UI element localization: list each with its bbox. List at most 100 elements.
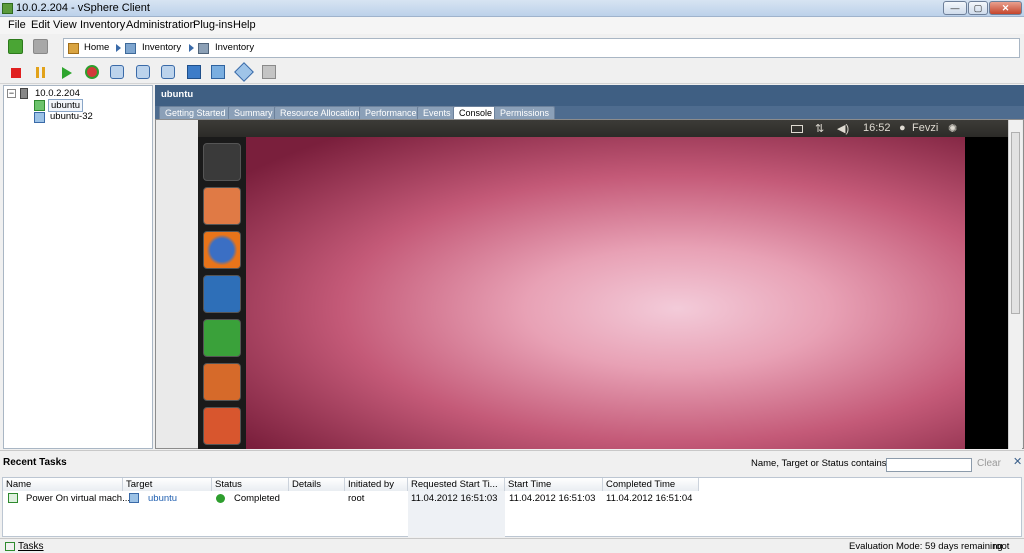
console-icon[interactable] <box>187 65 201 79</box>
menu-inventory[interactable]: Inventory <box>80 19 125 31</box>
firefox-icon[interactable] <box>203 231 241 269</box>
tab-getting-started[interactable]: Getting Started <box>159 106 232 119</box>
task-icon <box>8 493 18 503</box>
column-initiated-by[interactable]: Initiated by <box>345 478 408 491</box>
tab-summary[interactable]: Summary <box>228 106 279 119</box>
migrate-icon[interactable] <box>211 65 225 79</box>
maximize-button[interactable]: ▢ <box>968 1 988 15</box>
reset-icon[interactable] <box>85 65 99 79</box>
session-gear-icon[interactable]: ✺ <box>948 122 957 135</box>
tab-events[interactable]: Events <box>417 106 457 119</box>
clear-button[interactable]: Clear <box>977 458 1001 469</box>
snapshot-icon[interactable] <box>110 65 124 79</box>
network-icon[interactable]: ⇅ <box>815 122 824 135</box>
title-bar: 10.0.2.204 - vSphere Client — ▢ ✕ <box>0 0 1024 17</box>
task-requested-start: 11.04.2012 16:51:03 <box>411 493 498 504</box>
vm-header: ubuntu <box>155 85 1024 106</box>
breadcrumb-inventory[interactable]: Inventory <box>142 42 181 53</box>
breadcrumb-arrow-icon[interactable] <box>189 44 194 52</box>
software-center-icon[interactable] <box>203 407 241 445</box>
minimize-button[interactable]: — <box>943 1 967 15</box>
filter-dropdown[interactable]: Name, Target or Status contains: ▾ <box>751 458 897 469</box>
column-start-time[interactable]: Start Time <box>505 478 603 491</box>
breadcrumb-hosts-clusters[interactable]: Inventory <box>215 42 254 53</box>
collapse-toggle[interactable]: − <box>7 89 16 98</box>
power-on-icon[interactable] <box>62 67 72 79</box>
recent-tasks-title: Recent Tasks <box>3 457 67 468</box>
suspend-icon[interactable] <box>36 67 39 78</box>
home-icon <box>68 43 79 54</box>
tasks-table: Name Target Status Details Initiated by … <box>2 477 1022 537</box>
power-off-icon[interactable] <box>11 68 21 78</box>
vm-icon <box>34 112 45 123</box>
task-start-time: 11.04.2012 16:51:03 <box>509 493 596 504</box>
tree-host[interactable]: 10.0.2.204 <box>35 88 80 99</box>
tab-performance[interactable]: Performance <box>359 106 423 119</box>
menu-plugins[interactable]: Plug-ins <box>193 19 233 31</box>
revert-snapshot-icon[interactable] <box>136 65 150 79</box>
recent-tasks-header: Recent Tasks Name, Target or Status cont… <box>0 450 1024 476</box>
mail-icon[interactable] <box>791 125 803 133</box>
home-folder-icon[interactable] <box>203 187 241 225</box>
close-window-button[interactable]: ✕ <box>989 1 1022 15</box>
desktop-wallpaper[interactable] <box>246 137 965 449</box>
suspend-icon-bar <box>42 67 45 78</box>
tasks-button[interactable]: Tasks <box>18 541 44 552</box>
column-requested-start[interactable]: Requested Start Ti... <box>408 478 505 491</box>
clock[interactable]: 16:52 <box>863 122 891 134</box>
vsphere-app-icon <box>2 3 13 14</box>
task-completed-time: 11.04.2012 16:51:04 <box>606 493 693 504</box>
tab-bar: Getting Started Summary Resource Allocat… <box>155 106 1024 119</box>
navigation-bar: Home Inventory Inventory <box>0 35 1024 60</box>
task-initiated-by: root <box>348 493 365 504</box>
dash-home-icon[interactable] <box>203 143 241 181</box>
filter-input[interactable] <box>886 458 972 472</box>
task-target-link[interactable]: ubuntu <box>148 493 177 504</box>
menu-help[interactable]: Help <box>233 19 256 31</box>
volume-icon[interactable]: ◀) <box>837 122 849 135</box>
tree-vm-ubuntu-32[interactable]: ubuntu-32 <box>50 111 93 122</box>
snapshot-manager-icon[interactable] <box>161 65 175 79</box>
tab-permissions[interactable]: Permissions <box>494 106 556 119</box>
close-panel-icon[interactable]: ✕ <box>1013 455 1022 468</box>
window-title: 10.0.2.204 - vSphere Client <box>16 2 150 14</box>
user-name[interactable]: Fevzi <box>912 122 938 134</box>
menu-file[interactable]: File <box>8 19 26 31</box>
connect-device-icon[interactable] <box>262 65 276 79</box>
task-name: Power On virtual mach... <box>26 493 131 504</box>
inventory-tree: − 10.0.2.204 ubuntu ubuntu-32 <box>3 85 153 449</box>
console-scrollbar[interactable] <box>1008 120 1022 449</box>
user-icon: ● <box>899 122 906 134</box>
back-arrow-icon[interactable] <box>8 39 23 54</box>
menu-bar: File Edit View Inventory Administration … <box>0 17 1024 34</box>
column-name[interactable]: Name <box>3 478 123 491</box>
breadcrumb-home[interactable]: Home <box>84 42 109 53</box>
forward-arrow-icon[interactable] <box>33 39 48 54</box>
column-status[interactable]: Status <box>212 478 289 491</box>
vm-powered-on-icon <box>34 100 45 111</box>
menu-administration[interactable]: Administration <box>126 19 196 31</box>
evaluation-mode: Evaluation Mode: 59 days remaining <box>849 541 1003 552</box>
current-user: root <box>993 541 1010 552</box>
tab-console[interactable]: Console <box>453 106 499 119</box>
breadcrumb-arrow-icon[interactable] <box>116 44 121 52</box>
status-bar: Tasks Evaluation Mode: 59 days remaining… <box>0 538 1024 553</box>
menu-view[interactable]: View <box>53 19 77 31</box>
vm-icon <box>129 493 139 503</box>
libreoffice-impress-icon[interactable] <box>203 363 241 401</box>
tab-resource-allocation[interactable]: Resource Allocation <box>274 106 366 119</box>
hosts-clusters-icon <box>198 43 209 54</box>
libreoffice-calc-icon[interactable] <box>203 319 241 357</box>
vm-name: ubuntu <box>161 89 194 100</box>
ubuntu-top-panel: ⇅ ◀) 16:52 ● Fevzi ✺ <box>198 120 1008 137</box>
toolbar <box>0 60 1024 84</box>
column-details[interactable]: Details <box>289 478 345 491</box>
column-completed-time[interactable]: Completed Time <box>603 478 699 491</box>
scrollbar-thumb[interactable] <box>1011 132 1020 314</box>
task-status: Completed <box>234 493 280 504</box>
vm-console-screen[interactable]: ⇅ ◀) 16:52 ● Fevzi ✺ <box>198 120 1008 449</box>
libreoffice-writer-icon[interactable] <box>203 275 241 313</box>
menu-edit[interactable]: Edit <box>31 19 50 31</box>
column-target[interactable]: Target <box>123 478 212 491</box>
edit-settings-icon[interactable] <box>234 62 254 82</box>
